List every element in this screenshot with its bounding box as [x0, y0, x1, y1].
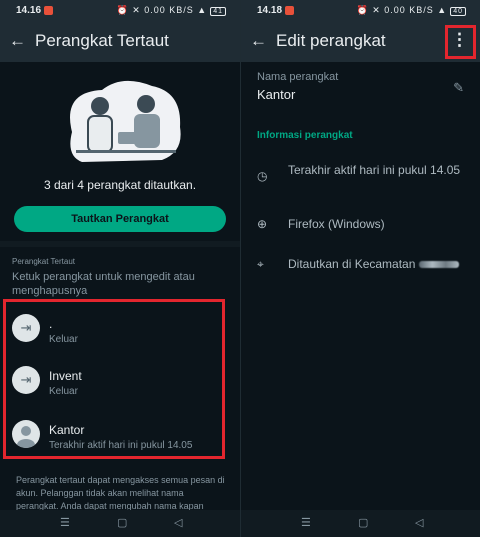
home-button[interactable]: ▢ [117, 516, 127, 529]
section-divider [0, 241, 240, 247]
edit-device-screen: 14.18 ⏰ ✕ 0.00 KB/S ▲ 40 ← Edit perangkat… [240, 0, 480, 537]
status-icons: ⏰ ✕ 0.00 KB/S ▲ 40 [357, 5, 466, 16]
device-status: Keluar [49, 386, 78, 397]
page-title: Edit perangkat [276, 31, 386, 50]
section-hint: Ketuk perangkat untuk mengedit atau meng… [12, 271, 195, 297]
linked-devices-illustration [70, 80, 181, 162]
back-arrow-icon[interactable]: ← [9, 31, 26, 51]
clock-icon: ◷ [257, 169, 268, 183]
device-row[interactable]: ⇥ . Keluar [6, 304, 222, 354]
nav-back-button[interactable]: ◁ [415, 516, 423, 529]
device-row[interactable]: Kantor Terakhir aktif hari ini pukul 14.… [6, 410, 222, 460]
last-active-text: Terakhir aktif hari ini pukul 14.05 [288, 163, 461, 177]
nav-back-button[interactable]: ◁ [174, 516, 182, 529]
device-row[interactable]: ⇥ Invent Keluar [6, 356, 222, 406]
device-name: Kantor [49, 423, 85, 437]
browser-text: Firefox (Windows) [288, 217, 385, 231]
linked-count-text: 3 dari 4 perangkat ditautkan. [43, 178, 197, 192]
system-nav-bar: ☰ ▢ ◁ [0, 510, 240, 537]
device-status: Keluar [49, 334, 78, 345]
redacted-location [418, 261, 459, 269]
system-nav-bar: ☰ ▢ ◁ [241, 510, 480, 537]
link-device-button[interactable]: Tautkan Perangkat [14, 206, 226, 232]
status-time: 14.16 [16, 5, 42, 16]
device-name-label: Nama perangkat [257, 71, 339, 83]
recents-button[interactable]: ☰ [60, 516, 70, 529]
device-status: Terakhir aktif hari ini pukul 14.05 [49, 440, 193, 451]
status-bar: 14.18 ⏰ ✕ 0.00 KB/S ▲ 40 [241, 0, 480, 22]
device-info-header: Informasi perangkat [257, 130, 353, 141]
more-options-highlight [445, 25, 476, 59]
avatar-icon [12, 420, 40, 448]
status-bar: 14.16 ⏰ ✕ 0.00 KB/S ▲ 41 [0, 0, 240, 22]
notification-icon [44, 6, 53, 15]
pencil-icon[interactable]: ✎ [453, 80, 464, 96]
device-list-highlight: ⇥ . Keluar ⇥ Invent Keluar Kantor Terakh… [3, 299, 225, 459]
linked-devices-screen: 14.16 ⏰ ✕ 0.00 KB/S ▲ 41 ← Perangkat Tert… [0, 0, 240, 537]
battery-icon: 40 [450, 7, 466, 16]
section-label: Perangkat Tertaut [12, 257, 76, 266]
page-title: Perangkat Tertaut [35, 31, 169, 50]
app-bar: ← Perangkat Tertaut [0, 22, 240, 62]
back-arrow-icon[interactable]: ← [250, 31, 267, 51]
logout-icon: ⇥ [12, 314, 40, 342]
footer-note: Perangkat tertaut dapat mengakses semua … [16, 475, 225, 510]
logout-icon: ⇥ [12, 366, 40, 394]
location-pin-icon: ⌖ [257, 257, 264, 271]
home-button[interactable]: ▢ [358, 516, 368, 529]
status-time: 14.18 [257, 5, 283, 16]
device-name: . [49, 317, 53, 331]
recents-button[interactable]: ☰ [301, 516, 311, 529]
device-name: Invent [49, 369, 82, 383]
globe-icon: ⊕ [257, 217, 268, 231]
device-name-value[interactable]: Kantor [257, 87, 295, 102]
status-icons: ⏰ ✕ 0.00 KB/S ▲ 41 [117, 5, 226, 16]
battery-icon: 41 [210, 7, 226, 16]
location-text: Ditautkan di Kecamatan [288, 257, 468, 272]
notification-icon [285, 6, 294, 15]
